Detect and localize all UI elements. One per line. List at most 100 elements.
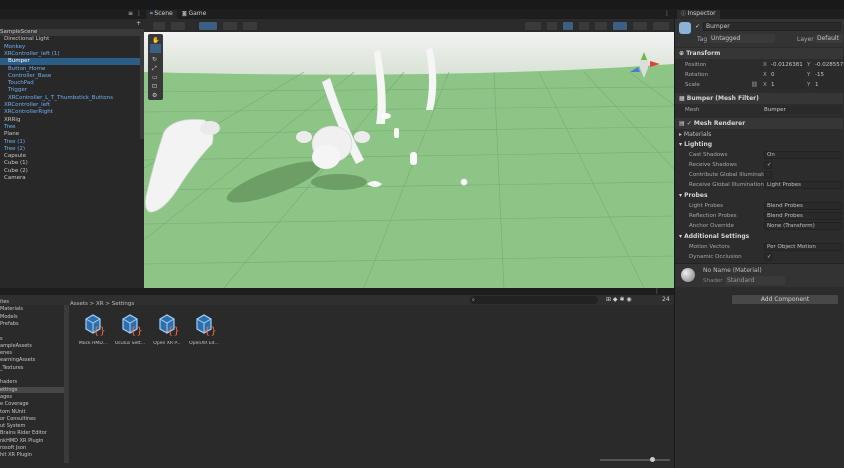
snap-settings-button[interactable] [222,21,238,31]
position-x-field[interactable]: -0.0126381 [771,61,805,69]
lighting-toggle-button[interactable] [546,21,558,31]
gizmos-dropdown[interactable] [632,21,648,31]
scale-x-field[interactable]: 1 [771,81,805,89]
project-folder-item[interactable]: _Textures [0,365,64,371]
property-value[interactable]: Per Object Motion [764,243,842,251]
hierarchy-item[interactable]: XRControllerRight [0,109,140,116]
project-folder-item[interactable]: Prefabs [0,321,64,327]
tag-dropdown[interactable]: Untagged [709,34,775,43]
project-folder-item[interactable]: tom NUnit [0,409,64,415]
project-folder-item[interactable]: e Coverage [0,401,64,407]
draw-mode-dropdown[interactable] [152,21,166,31]
scene-camera-button[interactable] [612,21,628,31]
tab-inspector[interactable]: ⓘ Inspector [677,10,720,19]
project-tree-scrollbar[interactable] [64,305,69,463]
mesh-field[interactable]: Bumper [764,106,842,114]
hierarchy-item[interactable]: XRController_left [0,102,140,109]
hierarchy-item[interactable]: Plane [0,131,140,138]
hierarchy-item[interactable]: XRController_L_T_Thumbstick_Buttons [0,95,140,102]
scale-link-icon[interactable]: ⛓ [751,80,758,90]
zoom-slider[interactable] [600,457,670,462]
overlay-2d-button[interactable] [524,21,542,31]
property-value[interactable]: ✓ [764,161,772,169]
hierarchy-item[interactable]: Tree (1) [0,139,140,146]
scene-viewport[interactable]: ✋ ↻ ⤢ ▭ ⊡ ⚙ [144,32,674,288]
object-name-field[interactable]: Bumper [703,22,841,31]
hierarchy-item[interactable]: Tree (2) [0,146,140,153]
project-folder-item[interactable]: or Consultines [0,416,64,422]
project-folder-item[interactable]: nkHMD XR Plugin [0,438,64,444]
hierarchy-item[interactable]: Controller_Base [0,73,140,80]
render-options-dropdown[interactable] [170,21,186,31]
mesh-renderer-header[interactable]: ▤ ✓ Mesh Renderer [675,118,843,129]
project-folder-item[interactable]: ettings [0,386,64,393]
asset-item[interactable]: {} Open XR P... [150,313,184,346]
probes-foldout[interactable]: ▾ Probes [675,190,843,201]
rotation-y-field[interactable]: -15 [815,71,844,79]
hierarchy-item[interactable]: Button_Home [0,66,140,73]
hierarchy-item[interactable]: Directional Light [0,36,140,43]
project-folder-item[interactable]: haders [0,379,64,385]
tab-scene[interactable]: ⌗ Scene [146,10,177,19]
hierarchy-item[interactable]: Bumper [0,58,140,66]
property-value[interactable]: Light Probes [764,181,842,189]
rotation-x-field[interactable]: 0 [771,71,805,79]
project-search-field[interactable]: ⌕ [470,296,598,304]
hierarchy-item[interactable]: Capsule [0,153,140,160]
lighting-foldout[interactable]: ▾ Lighting [675,139,843,150]
property-value[interactable]: Blend Probes [764,212,842,220]
breadcrumb-path[interactable]: Assets > XR > Settings [70,301,134,307]
project-folder-item[interactable]: ages [0,394,64,400]
hierarchy-item[interactable]: TouchPad [0,80,140,87]
scene-more-icon[interactable]: ⋮ [664,10,670,17]
additional-settings-foldout[interactable]: ▾ Additional Settings [675,231,843,242]
hierarchy-item[interactable]: XRRig [0,117,140,124]
gizmo-toggle-button[interactable] [198,21,218,31]
property-value[interactable]: None (Transform) [764,222,842,230]
project-folder-item[interactable]: hit XR Plugin [0,452,64,458]
add-component-button[interactable]: Add Component [731,294,839,305]
tab-game[interactable]: ◙ Game [178,10,210,19]
project-menu-icon[interactable]: ⋮ [654,288,660,295]
active-checkbox[interactable]: ✓ [695,23,700,30]
hierarchy-item[interactable]: Cube (2) [0,168,140,175]
project-folder-item[interactable]: ites [0,299,64,305]
hierarchy-item[interactable]: Monkey [0,44,140,51]
hierarchy-scene-root[interactable]: SampleScene [0,29,140,36]
zoom-slider-thumb[interactable] [650,457,655,462]
hierarchy-item[interactable]: XRController_left (1) [0,51,140,58]
hierarchy-item[interactable]: Tree [0,124,140,131]
effects-toggle-button[interactable] [578,21,590,31]
project-folder-item[interactable]: s [0,336,64,342]
hierarchy-more-icon[interactable]: ⋮ [136,10,142,17]
transform-header[interactable]: ⊕ Transform [675,48,843,59]
hierarchy-item[interactable]: Cube (1) [0,160,140,167]
hierarchy-item[interactable]: Camera [0,175,140,182]
audio-toggle-button[interactable] [562,21,574,31]
asset-item[interactable]: {} Oculus Sett... [113,313,147,346]
asset-item[interactable]: {} Mock HMD... [76,313,110,346]
property-value[interactable] [764,171,772,179]
mesh-filter-header[interactable]: ▦ Bumper (Mesh Filter) [675,93,843,104]
scene-search-button[interactable] [652,21,670,31]
property-value[interactable]: On [764,151,842,159]
property-value[interactable]: ✓ [764,253,772,261]
hidden-objects-button[interactable] [594,21,608,31]
grid-settings-button[interactable] [242,21,258,31]
project-folder-item[interactable]: earningAssets [0,357,64,363]
hierarchy-item[interactable]: Trigger [0,87,140,94]
project-folder-item[interactable]: ut System [0,423,64,429]
hierarchy-menu-icon[interactable]: ≡ [128,10,133,17]
add-object-plus-icon[interactable]: + [136,20,141,27]
shader-dropdown[interactable]: Standard [725,276,785,285]
project-folder-item[interactable]: rosoft Json [0,445,64,451]
project-folder-item[interactable]: enes [0,350,64,356]
scale-y-field[interactable]: 1 [815,81,844,89]
property-value[interactable]: Blend Probes [764,202,842,210]
project-folder-item[interactable]: Brains Rider Editor [0,430,64,436]
project-filter-icons[interactable]: ⊞ ◆ ✱ ◉ [606,296,632,303]
position-y-field[interactable]: -0.028557 [815,61,844,69]
asset-item[interactable]: {} OpenXR Ed... [187,313,221,346]
layer-dropdown[interactable]: Default [815,34,843,43]
project-folder-item[interactable]: Models [0,314,64,320]
